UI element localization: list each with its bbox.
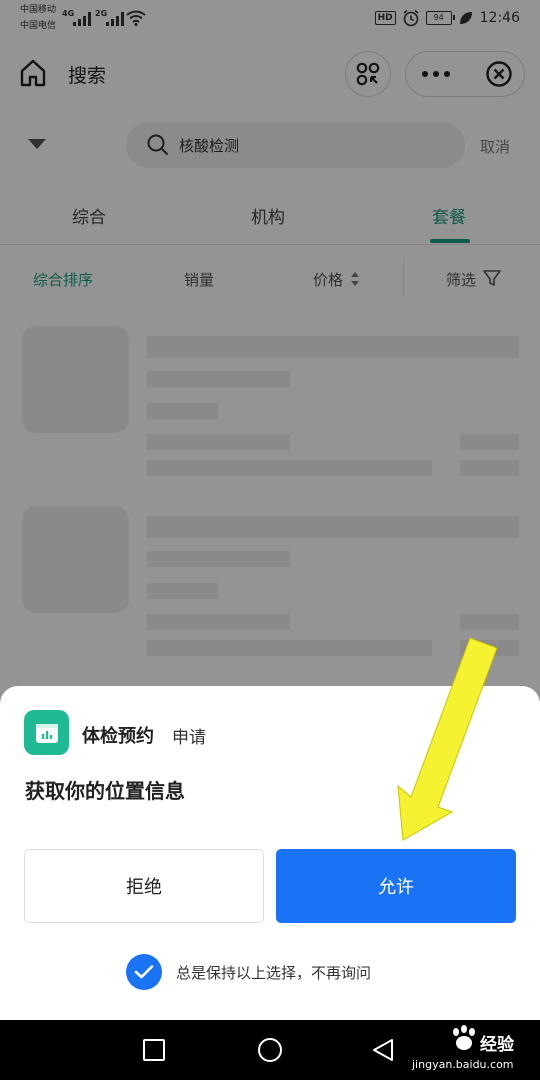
calendar-chart-icon	[35, 723, 58, 743]
app-name: 体检预约	[82, 726, 154, 747]
permission-sheet: 体检预约 申请 获取你的位置信息 拒绝 允许 总是保持以上选择，不再询问	[0, 686, 540, 1020]
app-icon	[24, 710, 69, 755]
paw-logo-icon	[453, 1025, 475, 1050]
watermark: 经验 jingyan.baidu.com	[408, 1020, 538, 1080]
remember-label: 总是保持以上选择，不再询问	[176, 964, 372, 982]
remember-checkbox[interactable]	[126, 954, 162, 990]
deny-button[interactable]: 拒绝	[24, 849, 264, 923]
recents-icon[interactable]	[143, 1039, 165, 1061]
watermark-brand: 经验	[480, 1035, 514, 1055]
request-label: 申请	[172, 728, 206, 748]
back-triangle-icon[interactable]	[370, 1037, 396, 1063]
home-circle-icon[interactable]	[258, 1038, 282, 1062]
permission-title: 获取你的位置信息	[25, 779, 185, 803]
checkmark-icon	[134, 965, 154, 979]
allow-button[interactable]: 允许	[276, 849, 516, 923]
watermark-url: jingyan.baidu.com	[412, 1058, 514, 1071]
